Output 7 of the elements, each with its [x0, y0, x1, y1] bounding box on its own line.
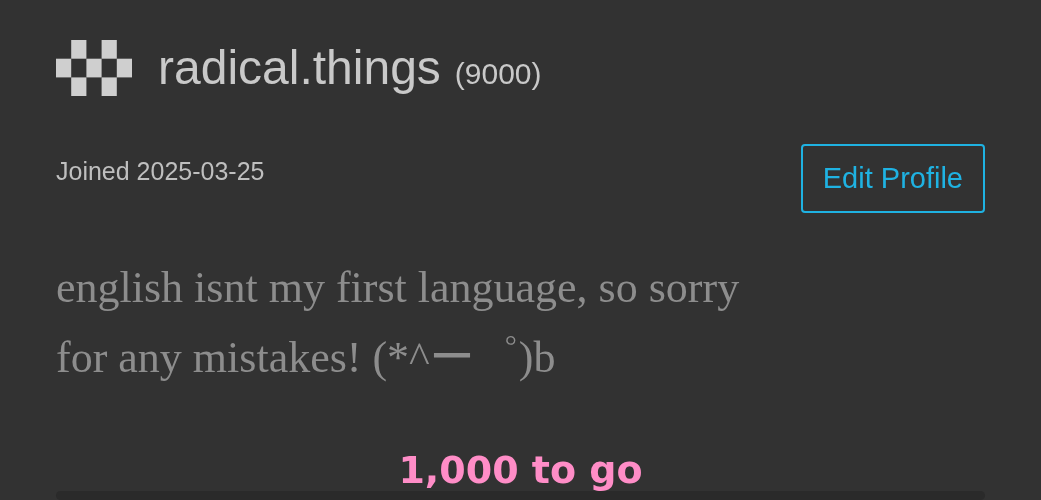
caption: 1,000 to go — [398, 448, 643, 492]
join-date: Joined 2025-03-25 — [56, 157, 265, 186]
pixel-logo-icon — [56, 40, 132, 96]
points-count: (9000) — [454, 57, 542, 91]
username: radical.things — [158, 40, 441, 95]
bio-text: english isnt my first language, so sorry for any mistakes! (*^ー゜)b — [56, 262, 741, 384]
edit-profile-button[interactable]: Edit Profile — [800, 144, 985, 213]
